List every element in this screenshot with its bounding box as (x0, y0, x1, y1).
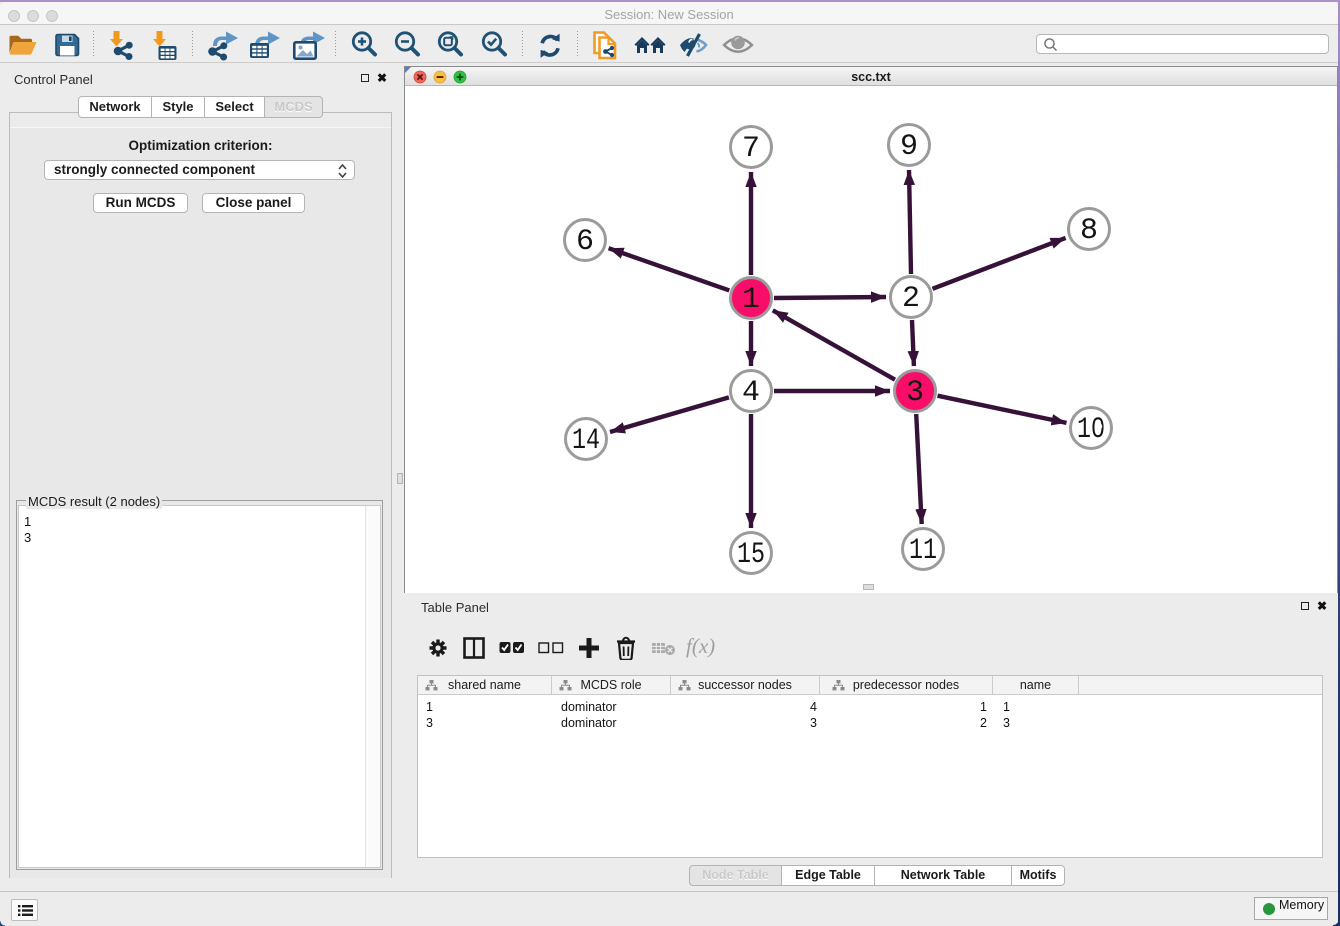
svg-text:14: 14 (572, 424, 600, 458)
svg-text:3: 3 (906, 376, 924, 410)
svg-text:11: 11 (909, 534, 937, 568)
svg-text:1: 1 (742, 283, 760, 317)
svg-text:7: 7 (742, 132, 760, 166)
svg-text:15: 15 (737, 538, 765, 572)
svg-text:9: 9 (900, 130, 918, 164)
svg-text:6: 6 (576, 225, 594, 259)
svg-text:2: 2 (902, 282, 920, 316)
svg-text:8: 8 (1080, 214, 1098, 248)
svg-text:10: 10 (1077, 413, 1105, 447)
svg-text:4: 4 (742, 376, 760, 410)
